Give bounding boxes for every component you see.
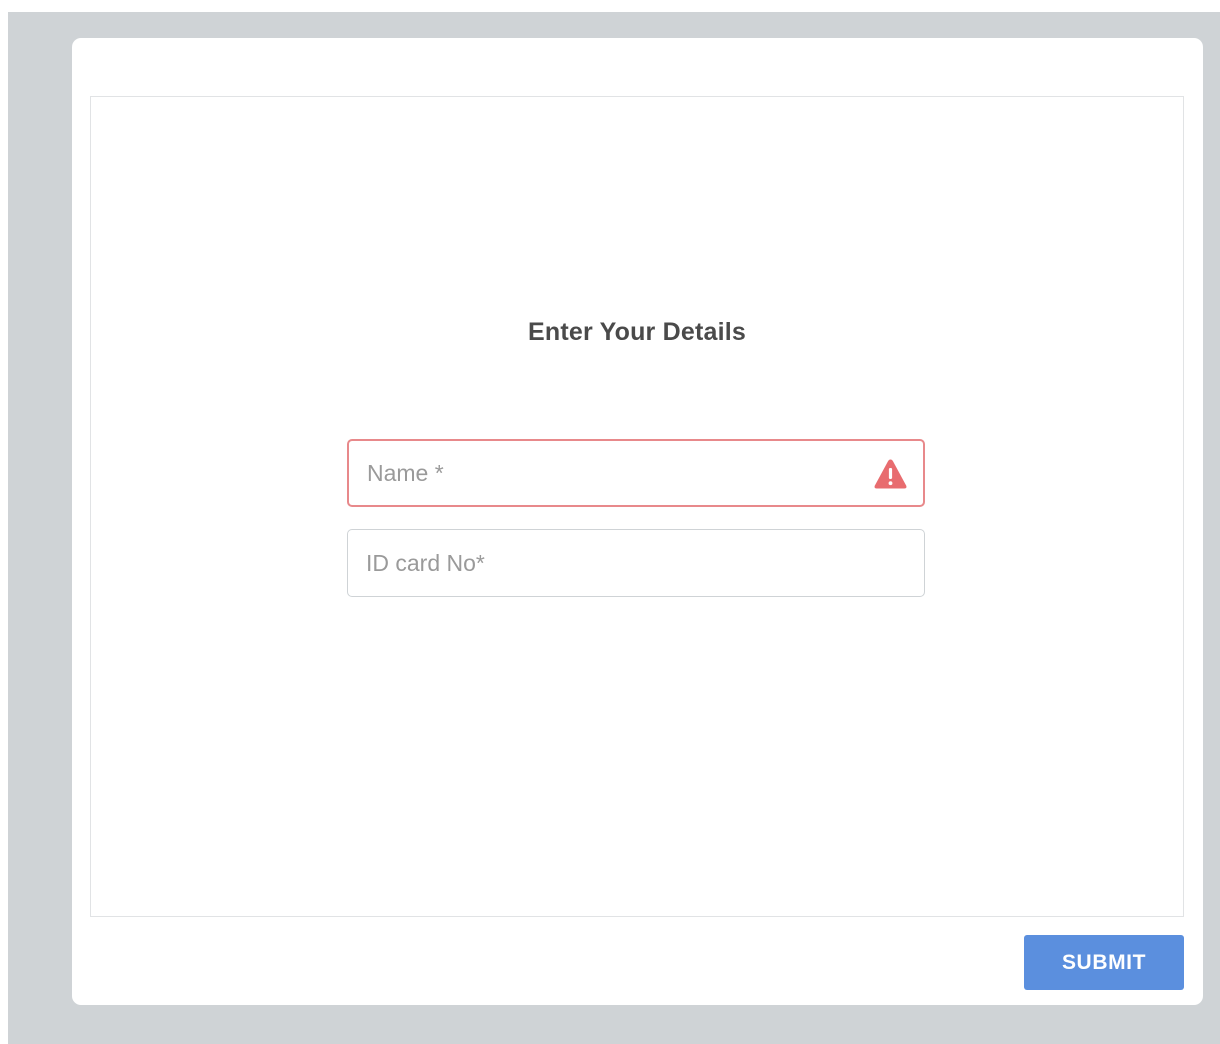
name-field[interactable]: [347, 439, 925, 507]
name-input[interactable]: [349, 441, 923, 505]
id-card-input[interactable]: [348, 530, 924, 596]
id-card-field[interactable]: [347, 529, 925, 597]
details-form-panel: Enter Your Details: [90, 96, 1184, 917]
warning-icon: [874, 459, 907, 489]
submit-button[interactable]: SUBMIT: [1024, 935, 1184, 990]
form-title: Enter Your Details: [527, 318, 747, 346]
